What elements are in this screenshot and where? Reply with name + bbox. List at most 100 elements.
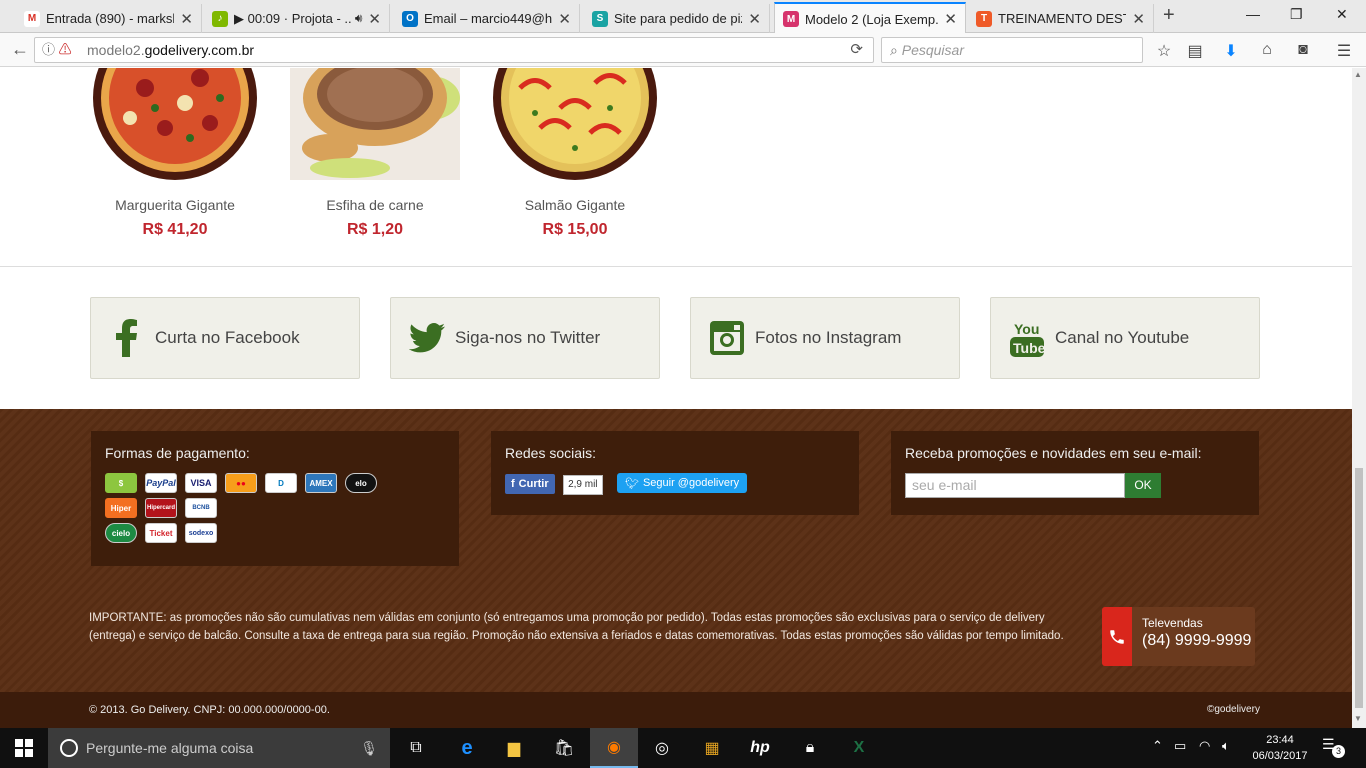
download-icon[interactable]: ⬇ [1221, 41, 1241, 61]
tab-title: Site para pedido de piz... [614, 11, 742, 26]
hiper-icon: Hiper [105, 498, 137, 518]
product-card[interactable]: Salmão Gigante R$ 15,00 [490, 68, 660, 239]
store-icon[interactable]: 🛍︎ [540, 728, 588, 768]
cash-icon: $ [105, 473, 137, 493]
godelivery-signature[interactable]: ©godelivery [1207, 704, 1260, 715]
excel-icon[interactable]: X [835, 728, 883, 768]
tab-title: TREINAMENTO DEST... [998, 11, 1127, 26]
product-card[interactable]: Marguerita Gigante R$ 41,20 [90, 68, 260, 239]
bookmark-star-icon[interactable]: ☆ [1154, 41, 1174, 61]
outlook-icon: O [402, 10, 418, 27]
chevron-up-icon[interactable]: ⌃ [1152, 738, 1163, 754]
close-icon[interactable]: ✕ [368, 10, 381, 28]
gmail-icon: M [24, 10, 40, 27]
product-price: R$ 41,20 [142, 221, 208, 238]
email-field[interactable]: seu e-mail [905, 473, 1125, 498]
speaker-icon[interactable]: 🔊︎ [355, 11, 363, 26]
copyright-bar: © 2013. Go Delivery. CNPJ: 00.000.000/00… [0, 692, 1352, 728]
social-link-instagram[interactable]: Fotos no Instagram [690, 297, 960, 379]
battery-icon[interactable]: ▭ [1174, 738, 1186, 754]
ok-button[interactable]: OK [1125, 473, 1161, 498]
close-icon[interactable]: ✕ [180, 10, 193, 28]
site-footer: Formas de pagamento: $ PayPal VISA ●● D … [0, 409, 1352, 728]
televendas-box[interactable]: Televendas (84) 9999-9999 [1102, 607, 1255, 666]
close-window-button[interactable]: ✕ [1336, 6, 1348, 23]
store-icon: M [783, 11, 799, 27]
hp-icon[interactable]: hp [736, 728, 784, 768]
televendas-phone[interactable]: (84) 9999-9999 [1142, 632, 1251, 650]
twitter-icon: 🐦︎ [624, 477, 639, 490]
file-explorer-icon[interactable]: ▆ [490, 728, 538, 768]
home-icon[interactable]: ⌂ [1257, 41, 1277, 59]
facebook-like-button[interactable]: f Curtir [505, 473, 555, 494]
elo-icon: elo [345, 473, 377, 493]
tab-music[interactable]: ♪ ▶ 00:09 · Projota - ... 🔊︎ ✕ [204, 4, 390, 33]
close-icon[interactable]: ✕ [558, 10, 571, 28]
url-bar[interactable]: ⓘ ⚠ modelo2.godelivery.com.br ⟳ [34, 37, 874, 63]
youtube-icon: You Tube [1009, 320, 1045, 357]
tab-training[interactable]: T TREINAMENTO DEST... ✕ [968, 4, 1154, 33]
esfiha-image[interactable] [290, 68, 460, 180]
action-center-icon[interactable]: ☰ 3 [1322, 736, 1345, 758]
twitter-follow-button[interactable]: 🐦︎ Seguir @godelivery [616, 473, 748, 493]
sodexo-icon: sodexo [185, 523, 217, 543]
maximize-button[interactable]: ❐ [1290, 6, 1303, 23]
menu-icon[interactable]: ☰ [1334, 41, 1354, 61]
pizza-marguerita-image[interactable] [90, 68, 260, 180]
reload-icon[interactable]: ⟳ [850, 38, 863, 62]
visa-icon: VISA [185, 473, 217, 493]
ticket-icon: Ticket [145, 523, 177, 543]
cortana-placeholder: Pergunte-me alguma coisa [86, 740, 254, 756]
payment-title: Formas de pagamento: [105, 445, 250, 461]
tab-site[interactable]: S Site para pedido de piz... ✕ [584, 4, 770, 33]
wifi-icon[interactable]: ◠ [1199, 738, 1210, 754]
scroll-down-icon[interactable]: ▼ [1354, 714, 1362, 723]
scrollbar-thumb[interactable] [1355, 468, 1363, 708]
microphone-icon[interactable]: 🎙︎ [360, 740, 378, 757]
search-input[interactable]: ⌕ Pesquisar [881, 37, 1143, 63]
training-icon: T [976, 10, 992, 27]
social-link-facebook[interactable]: Curta no Facebook [90, 297, 360, 379]
social-link-label: Canal no Youtube [1055, 328, 1190, 347]
reading-list-icon[interactable]: ▤ [1185, 41, 1205, 61]
volume-icon[interactable]: 🔈︎ [1222, 738, 1230, 754]
cielo-icon: cielo [105, 523, 137, 543]
product-name[interactable]: Esfiha de carne [290, 197, 460, 213]
tab-outlook[interactable]: O Email – marcio449@h... ✕ [394, 4, 580, 33]
social-link-youtube[interactable]: You Tube Canal no Youtube [990, 297, 1260, 379]
firefox-icon[interactable]: ◉ [590, 728, 638, 768]
mastercard-icon: ●● [225, 473, 257, 493]
social-link-label: Siga-nos no Twitter [455, 328, 601, 347]
close-icon[interactable]: ✕ [1132, 10, 1145, 28]
tab-gmail[interactable]: M Entrada (890) - marksh ✕ [16, 4, 202, 33]
product-card[interactable]: Esfiha de carne R$ 1,20 [290, 68, 460, 239]
pizza-salmao-image[interactable] [490, 68, 660, 180]
close-icon[interactable]: ✕ [748, 10, 761, 28]
back-arrow-icon[interactable]: ← [8, 38, 32, 62]
tab-modelo2[interactable]: M Modelo 2 (Loja Exemp... ✕ [774, 2, 966, 34]
clock[interactable]: 23:44 06/03/2017 [1245, 732, 1315, 764]
pocket-icon[interactable]: ◙ [1293, 41, 1313, 59]
site-info-icon[interactable]: ⓘ ⚠ [42, 38, 72, 62]
lock-app-icon[interactable]: 🔒︎ [786, 728, 834, 768]
newsletter-box: Receba promoções e novidades em seu e-ma… [891, 431, 1259, 515]
search-icon: ⌕ [890, 42, 898, 58]
product-name[interactable]: Marguerita Gigante [90, 197, 260, 213]
start-button[interactable] [0, 728, 48, 768]
hipercard-icon: Hipercard [145, 498, 177, 518]
page-scrollbar[interactable]: ▲ ▼ [1352, 68, 1366, 728]
webcam-icon[interactable]: ◎ [638, 728, 686, 768]
photos-app-icon[interactable]: ▦ [688, 728, 736, 768]
task-view-icon[interactable]: ⧉ [392, 728, 440, 768]
close-icon[interactable]: ✕ [944, 10, 957, 28]
edge-icon[interactable]: e [443, 728, 491, 768]
product-name[interactable]: Salmão Gigante [490, 197, 660, 213]
new-tab-button[interactable]: + [1163, 4, 1175, 27]
cortana-search[interactable]: Pergunte-me alguma coisa 🎙︎ [48, 728, 390, 768]
social-link-twitter[interactable]: Siga-nos no Twitter [390, 297, 660, 379]
banricompras-icon: BCNB [185, 498, 217, 518]
minimize-button[interactable]: — [1246, 6, 1260, 22]
section-divider [0, 266, 1352, 267]
notification-badge: 3 [1332, 745, 1345, 758]
scroll-up-icon[interactable]: ▲ [1354, 70, 1362, 79]
